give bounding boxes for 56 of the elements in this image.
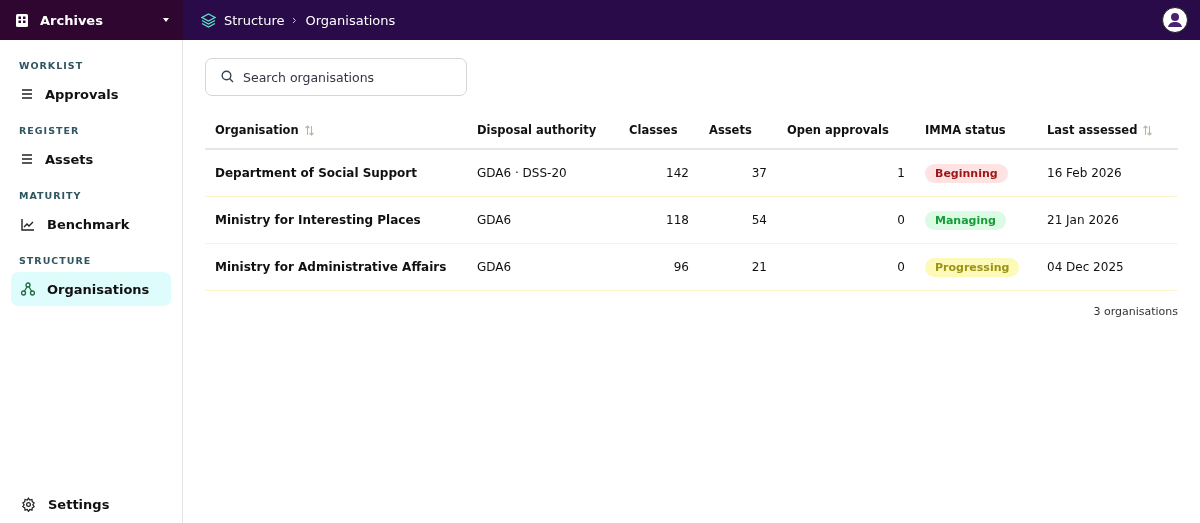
column-header: Disposal authority: [477, 123, 597, 137]
settings-icon: [21, 496, 36, 512]
chevron-right-icon: [292, 16, 298, 24]
table-cell: 118: [666, 213, 689, 227]
layers-icon: [201, 12, 216, 28]
table-cell: 54: [751, 213, 767, 227]
breadcrumb-item: Organisations: [305, 12, 396, 28]
list-icon: [21, 153, 33, 165]
workspace-name: Archives: [40, 12, 104, 28]
section-heading: REGISTER: [18, 124, 81, 138]
column-header[interactable]: Organisation: [215, 123, 299, 137]
workspace-switcher[interactable]: Archives: [0, 0, 183, 40]
sort-icon[interactable]: [1143, 124, 1153, 136]
table-cell: 96: [673, 260, 689, 274]
column-header: Open approvals: [787, 123, 889, 137]
column-header: Assets: [709, 123, 752, 137]
section-heading: WORKLIST: [18, 59, 85, 73]
column-header: Classes: [629, 123, 678, 137]
table-cell: Ministry for Interesting Places: [215, 213, 421, 227]
table-cell: 04 Dec 2025: [1047, 260, 1124, 274]
table-cell: 21 Jan 2026: [1047, 213, 1119, 227]
search-icon: [221, 70, 234, 83]
table-cell: 16 Feb 2026: [1047, 166, 1122, 180]
caret-icon: [163, 18, 169, 22]
status-badge: Managing: [925, 210, 1006, 230]
nav-item[interactable]: Approvals: [11, 77, 171, 111]
table-cell: 0: [897, 260, 905, 274]
line-chart-icon: [21, 217, 35, 231]
row-count: 3 organisations: [1093, 305, 1178, 318]
network-icon: [21, 282, 35, 296]
column-header[interactable]: Last assessed: [1047, 123, 1138, 137]
breadcrumb-item[interactable]: Structure: [224, 12, 285, 28]
table-cell: 21: [751, 260, 767, 274]
column-header: IMMA status: [925, 123, 1006, 137]
table-cell: GDA6: [477, 260, 512, 274]
settings-item[interactable]: Settings: [11, 485, 171, 523]
section-heading: MATURITY: [18, 189, 83, 203]
table-cell: GDA6: [477, 213, 512, 227]
nav-item[interactable]: Organisations: [11, 272, 171, 306]
table-cell: 1: [897, 166, 905, 180]
table-cell: Department of Social Support: [215, 166, 417, 180]
nav-item[interactable]: Benchmark: [11, 207, 171, 241]
table-cell: 142: [666, 166, 689, 180]
sort-icon[interactable]: [304, 124, 314, 136]
status-badge: Progressing: [925, 257, 1020, 277]
table-cell: Ministry for Administrative Affairs: [215, 260, 447, 274]
table-cell: GDA6 · DSS-20: [477, 166, 567, 180]
status-badge: Beginning: [925, 163, 1008, 183]
building-icon: [16, 13, 28, 27]
nav-item[interactable]: Assets: [11, 142, 171, 176]
list-icon: [21, 88, 33, 100]
table-cell: 37: [751, 166, 767, 180]
section-heading: STRUCTURE: [18, 254, 93, 268]
avatar-icon[interactable]: [1162, 7, 1188, 33]
table-cell: 0: [897, 213, 905, 227]
search-field[interactable]: Search organisations: [205, 58, 467, 96]
